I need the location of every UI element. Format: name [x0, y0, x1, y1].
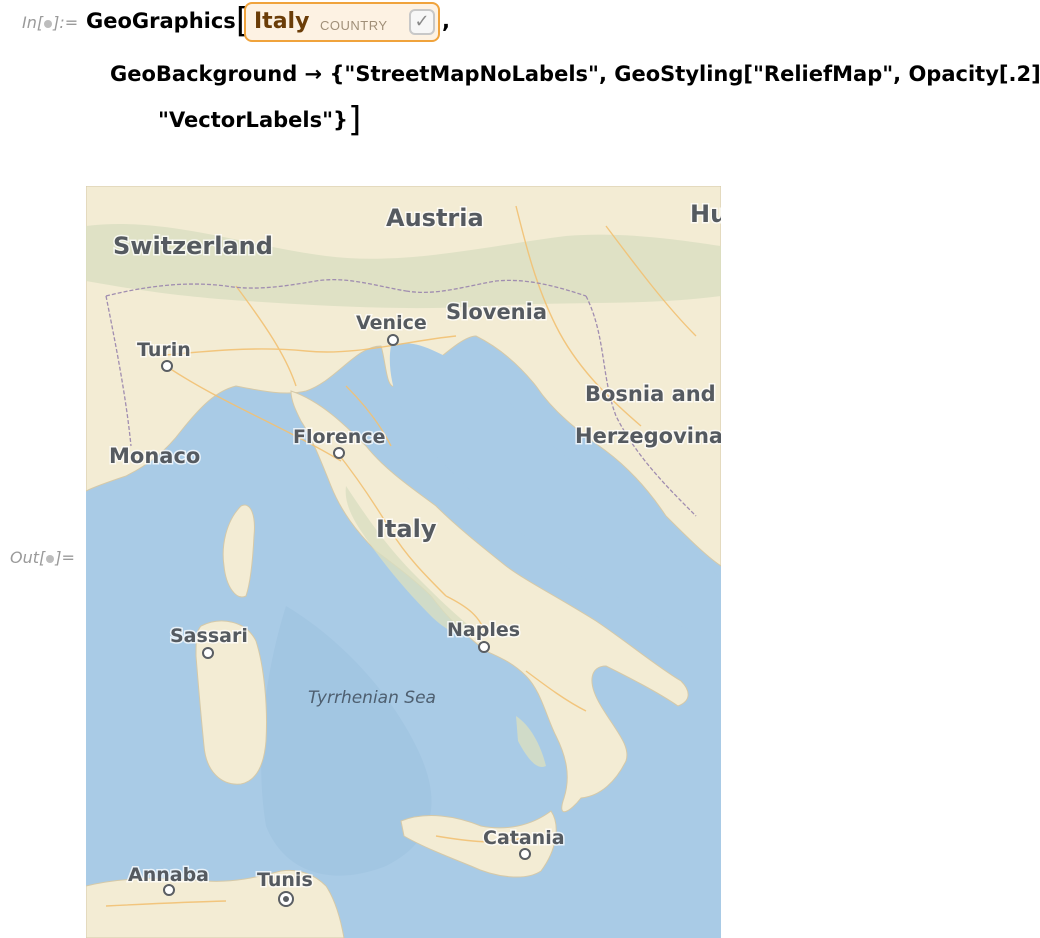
- entity-type: COUNTRY: [320, 18, 388, 33]
- city-marker-annaba: [163, 884, 175, 896]
- function-name: GeoGraphics: [86, 9, 236, 33]
- code-comma: ,: [442, 9, 450, 33]
- label-switzerland: Switzerland: [113, 232, 273, 260]
- label-annaba: Annaba: [128, 864, 209, 886]
- city-marker-sassari: [202, 647, 214, 659]
- input-cell-label: In[]:=: [22, 13, 79, 32]
- label-slovenia: Slovenia: [446, 300, 547, 324]
- cell-dot-icon: [44, 19, 53, 28]
- label-florence: Florence: [293, 426, 385, 448]
- entity-frame-italy[interactable]: Italy COUNTRY ✓: [244, 2, 440, 42]
- cell-dot-icon: [46, 554, 55, 563]
- label-venice: Venice: [356, 312, 427, 334]
- entity-check-icon[interactable]: ✓: [409, 9, 435, 35]
- city-marker-turin: [161, 360, 173, 372]
- label-sassari: Sassari: [170, 625, 248, 647]
- label-hungary: Hu: [690, 200, 721, 228]
- label-monaco: Monaco: [109, 444, 200, 468]
- code-line-2[interactable]: GeoBackground → {"StreetMapNoLabels", Ge…: [110, 62, 1040, 86]
- entity-name: Italy: [254, 9, 310, 34]
- label-tyrrhenian-sea: Tyrrhenian Sea: [308, 688, 436, 708]
- label-catania: Catania: [483, 827, 565, 849]
- code-line-3-text: "VectorLabels"}: [158, 108, 348, 132]
- city-marker-florence: [333, 447, 345, 459]
- label-italy: Italy: [376, 515, 437, 543]
- city-marker-venice: [387, 334, 399, 346]
- label-bosnia-line2: Herzegovina: [575, 424, 721, 448]
- capital-dot-tunis: [283, 896, 289, 902]
- label-austria: Austria: [386, 204, 484, 232]
- city-marker-catania: [519, 848, 531, 860]
- code-line-3[interactable]: "VectorLabels"}]: [158, 103, 361, 137]
- label-turin: Turin: [137, 339, 191, 361]
- code-line-1[interactable]: GeoGraphics[: [86, 4, 249, 38]
- output-cell-label: Out[]=: [10, 548, 75, 567]
- city-marker-naples: [478, 641, 490, 653]
- label-bosnia-line1: Bosnia and: [585, 382, 716, 406]
- label-tunis: Tunis: [257, 869, 313, 891]
- map-output[interactable]: Austria Switzerland Hu Slovenia Bosnia a…: [86, 186, 721, 938]
- close-bracket: ]: [347, 100, 362, 140]
- label-naples: Naples: [447, 619, 520, 641]
